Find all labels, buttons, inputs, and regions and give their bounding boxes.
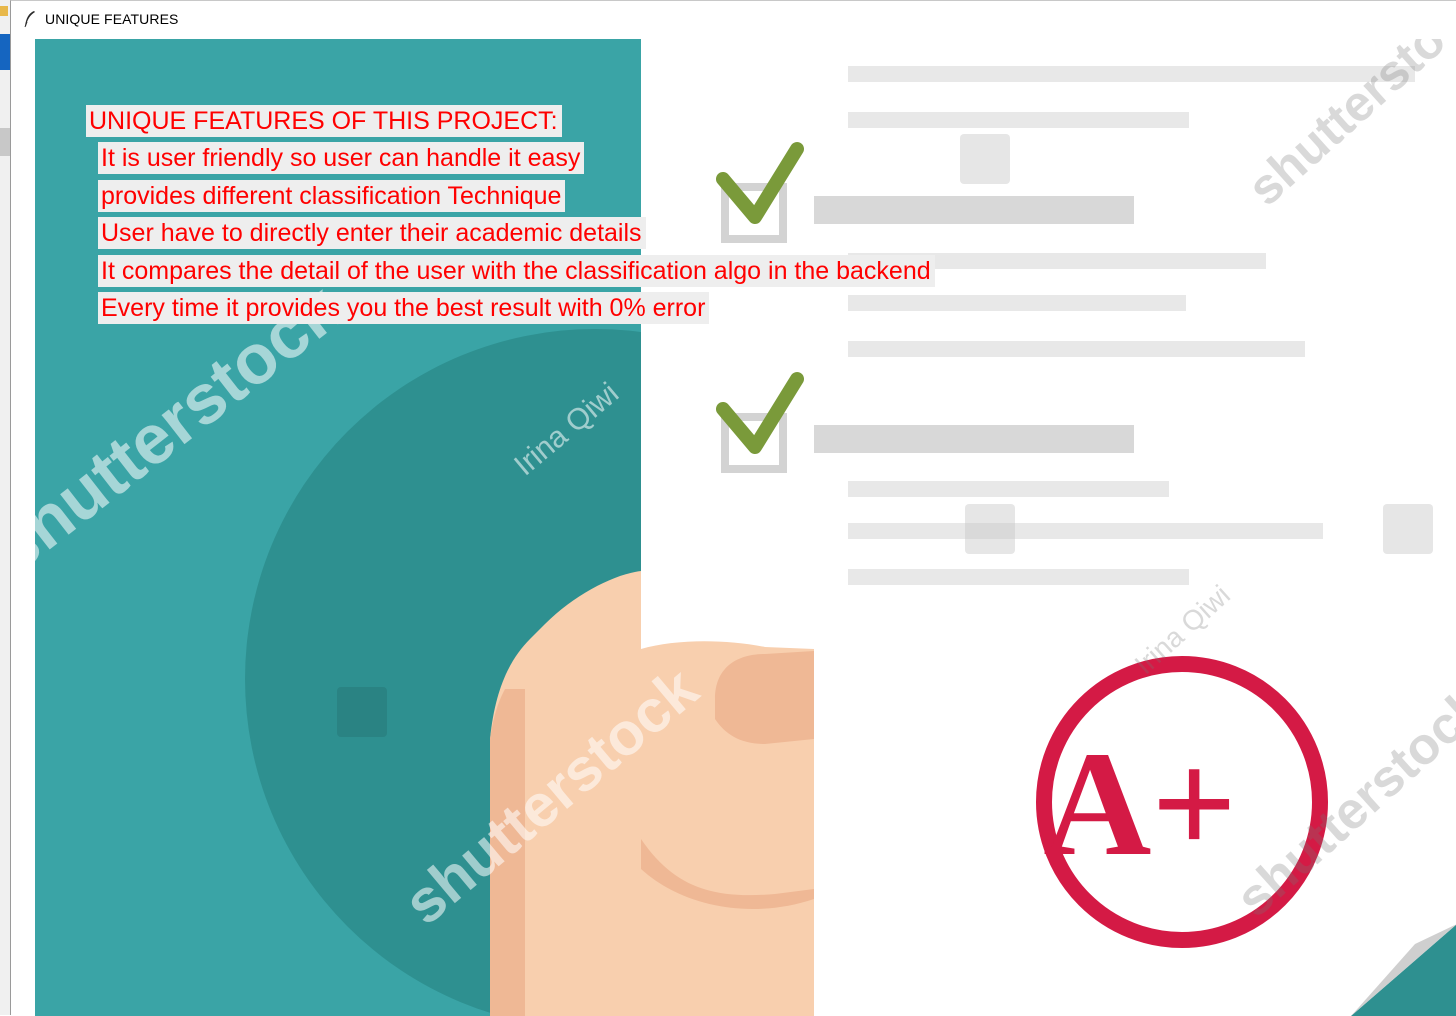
feature-item: User have to directly enter their academ… [98,217,646,249]
taskbar-highlight [0,34,10,70]
feature-item: It compares the detail of the user with … [98,255,935,287]
feature-item: provides different classification Techni… [98,180,566,212]
feature-canvas: A+ shutterstock shutterstock shutterstoc… [35,39,1456,1016]
feature-item: It is user friendly so user can handle i… [98,142,585,174]
app-window: UNIQUE FEATURES A+ shutterstock shutters… [10,0,1456,1016]
folder-icon [0,6,8,16]
desktop-item [0,128,10,156]
window-title: UNIQUE FEATURES [45,11,179,27]
feather-icon [24,11,35,28]
features-heading: UNIQUE FEATURES OF THIS PROJECT: [86,105,562,137]
feature-item: Every time it provides you the best resu… [98,292,710,324]
grade-text: A+ [1043,721,1237,887]
title-bar[interactable]: UNIQUE FEATURES [11,1,1456,39]
